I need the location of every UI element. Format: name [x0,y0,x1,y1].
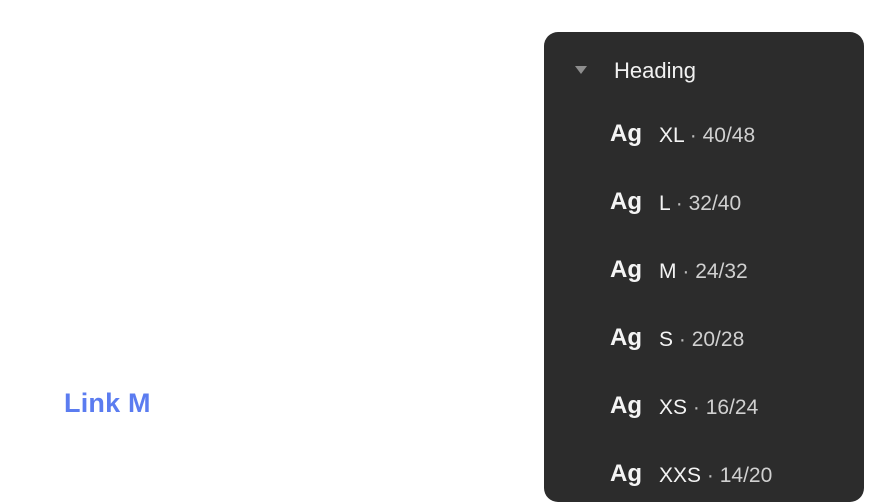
style-separator: · [682,260,690,283]
style-item-s[interactable]: Ag S · 20/28 [544,318,864,366]
style-metric: 14/20 [719,464,773,487]
style-separator: · [678,328,686,351]
style-size: M [659,260,677,283]
style-size: XL [659,124,684,147]
style-preview: Ag [610,188,642,215]
style-separator: · [692,396,700,419]
link-m[interactable]: Link M [64,388,151,419]
style-size: XS [659,396,688,419]
style-item-xs[interactable]: Ag XS · 16/24 [544,386,864,434]
style-metric: 32/40 [688,192,742,215]
style-item-m[interactable]: Ag M · 24/32 [544,250,864,298]
caret-down-icon [575,66,587,74]
style-preview: Ag [610,460,642,487]
heading-section-toggle[interactable]: Heading [544,50,864,90]
style-preview: Ag [610,120,642,147]
style-label: XL · 40/48 [659,124,755,148]
text-style-panel: Heading Ag XL · 40/48 Ag L · 32/40 Ag M … [544,32,864,502]
style-metric: 16/24 [705,396,759,419]
style-label: L · 32/40 [659,192,741,216]
style-label: XS · 16/24 [659,396,758,420]
style-separator: · [706,464,714,487]
style-metric: 20/28 [691,328,745,351]
style-size: L [659,192,670,215]
style-label: XXS · 14/20 [659,464,772,488]
style-size: S [659,328,674,351]
style-preview: Ag [610,256,642,283]
style-metric: 24/32 [695,260,748,283]
style-preview: Ag [610,324,642,351]
style-preview: Ag [610,392,642,419]
style-separator: · [675,192,683,215]
style-item-l[interactable]: Ag L · 32/40 [544,182,864,230]
style-size: XXS [659,464,702,487]
style-label: S · 20/28 [659,328,744,352]
section-title: Heading [614,58,696,83]
style-item-xxs[interactable]: Ag XXS · 14/20 [544,454,864,502]
style-item-xl[interactable]: Ag XL · 40/48 [544,114,864,162]
style-label: M · 24/32 [659,260,748,284]
style-metric: 40/48 [702,124,756,147]
style-separator: · [689,124,697,147]
